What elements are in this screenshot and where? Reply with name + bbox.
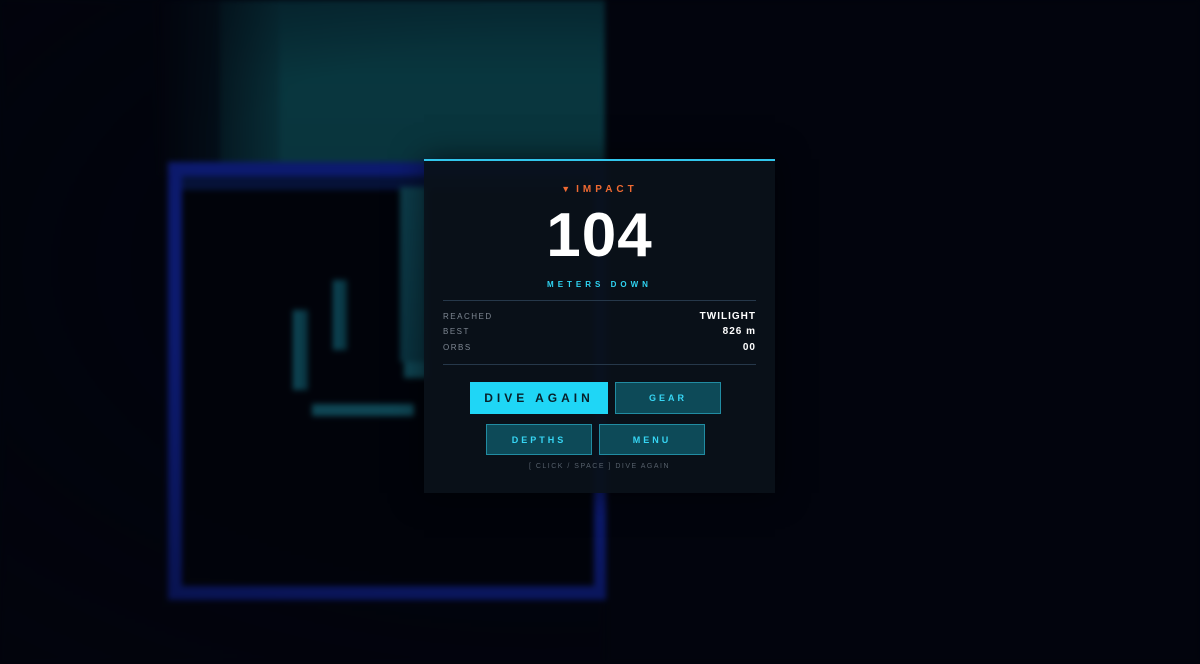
menu-button[interactable]: MENU (599, 424, 705, 455)
game-stage: ▼ IMPACT 104 METERS DOWN REACHED TWILIGHT… (0, 0, 1200, 664)
stat-row-orbs: ORBS 00 (443, 341, 756, 355)
stat-label: BEST (443, 327, 470, 336)
depths-button[interactable]: DEPTHS (486, 424, 592, 455)
depth-value: 104 (546, 201, 653, 270)
stat-value: 00 (742, 342, 756, 353)
stat-label: ORBS (443, 343, 472, 352)
divider (443, 300, 756, 301)
dive-again-button[interactable]: DIVE AGAIN (470, 382, 608, 414)
stat-value: 826 m (722, 326, 756, 337)
game-over-panel: ▼ IMPACT 104 METERS DOWN REACHED TWILIGHT… (424, 159, 775, 493)
control-hint: [ CLICK / SPACE ] DIVE AGAIN (528, 463, 671, 470)
impact-header: ▼ IMPACT (424, 184, 775, 195)
stat-label: REACHED (443, 312, 493, 321)
depth-unit-label: METERS DOWN (547, 280, 652, 289)
gear-button[interactable]: GEAR (615, 382, 721, 414)
stat-row-best: BEST 826 m (443, 325, 756, 339)
impact-label: IMPACT (576, 184, 638, 195)
stat-value: TWILIGHT (699, 311, 756, 322)
down-triangle-icon: ▼ (561, 184, 571, 194)
divider (443, 364, 756, 365)
stat-row-reached: REACHED TWILIGHT (443, 310, 756, 324)
